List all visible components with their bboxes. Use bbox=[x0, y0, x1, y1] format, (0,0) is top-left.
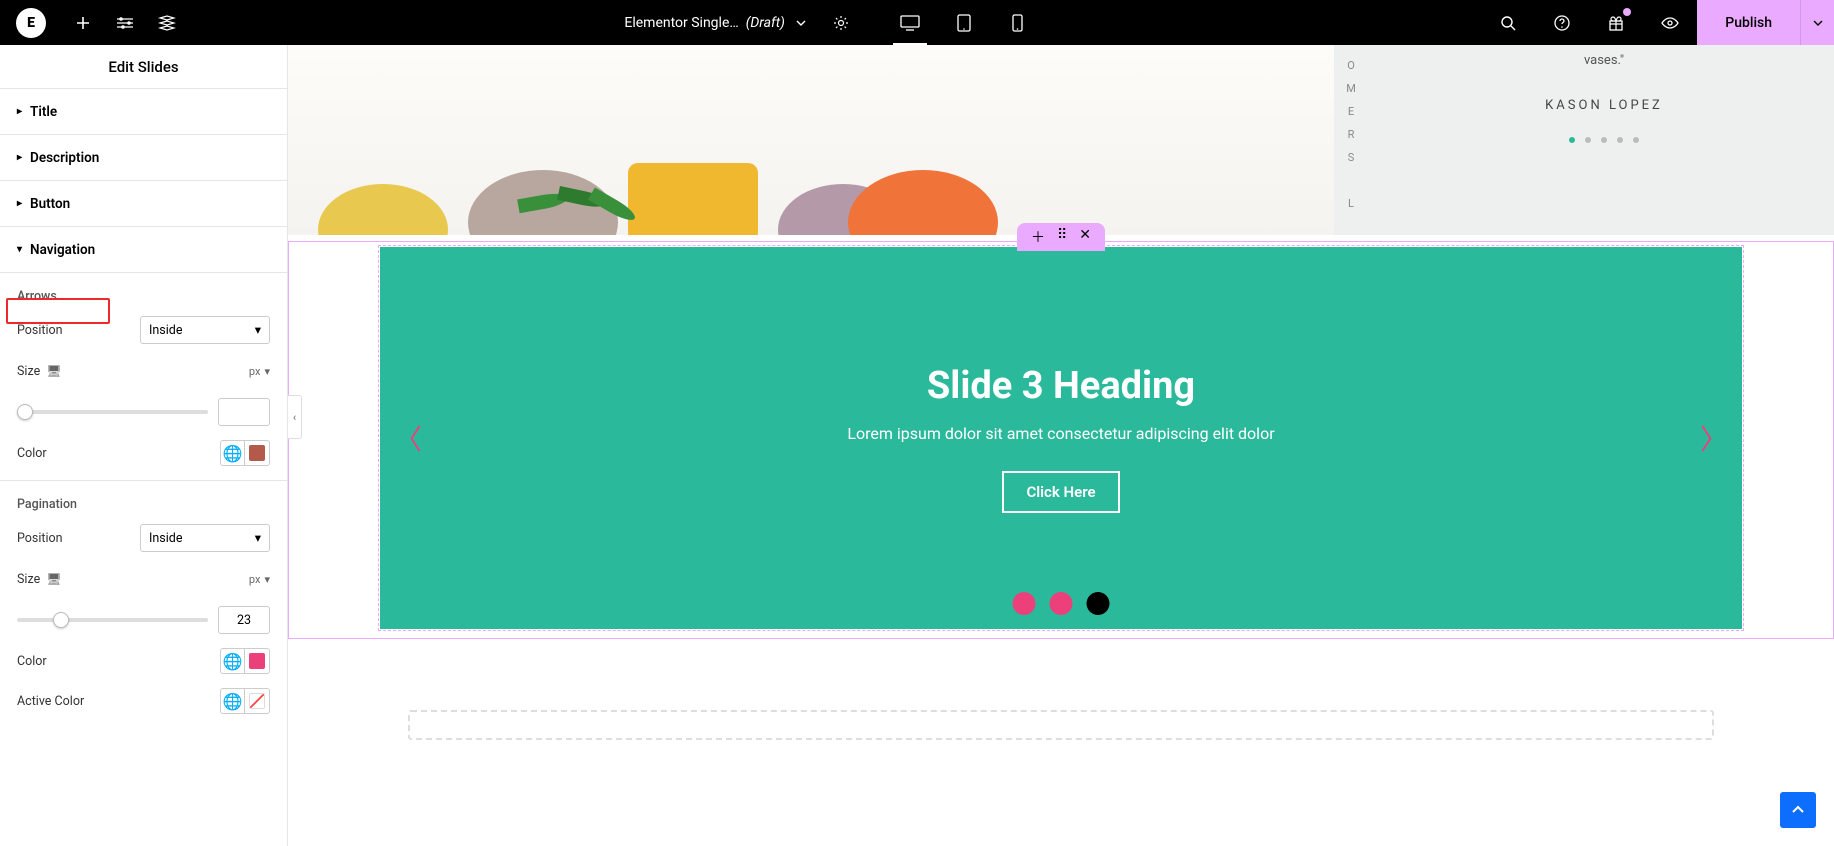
caret-right-icon: ▸ bbox=[17, 106, 22, 117]
dot-3[interactable] bbox=[1087, 592, 1110, 615]
pagination-color-label: Color bbox=[17, 654, 47, 669]
caret-right-icon: ▸ bbox=[17, 198, 22, 209]
device-mobile[interactable] bbox=[991, 0, 1045, 45]
drag-icon[interactable]: ⠿ bbox=[1057, 227, 1067, 247]
doc-status: (Draft) bbox=[746, 15, 785, 31]
pagination-active-color-label: Active Color bbox=[17, 694, 84, 709]
arrows-size-label: Size🖥 bbox=[17, 364, 61, 379]
canvas: ‹ O M E R S L vases. bbox=[288, 45, 1834, 846]
chevron-down-icon: ▾ bbox=[255, 322, 261, 338]
arrows-heading: Arrows bbox=[17, 289, 270, 304]
arrows-position-value: Inside bbox=[149, 323, 182, 338]
publish-button[interactable]: Publish bbox=[1697, 0, 1800, 45]
arrows-position-label: Position bbox=[17, 323, 63, 338]
arrows-size-slider[interactable] bbox=[17, 410, 208, 414]
logo-text: E bbox=[16, 8, 46, 38]
section-navigation[interactable]: ▾ Navigation bbox=[0, 227, 287, 273]
pagination-dots bbox=[1013, 592, 1110, 615]
pagination-size-slider[interactable] bbox=[17, 618, 208, 622]
pagination-heading: Pagination bbox=[17, 497, 270, 512]
pagination-position-select[interactable]: Inside ▾ bbox=[140, 524, 270, 552]
testimonial-widget: O M E R S L vases." KASON LOPEZ bbox=[1334, 45, 1834, 235]
sidebar: Edit Slides ▸Title ▸Description ▸Button … bbox=[0, 45, 288, 846]
slide: Slide 3 Heading Lorem ipsum dolor sit am… bbox=[380, 247, 1742, 629]
section-title[interactable]: ▸ Title bbox=[0, 89, 287, 135]
slide-cta-button[interactable]: Click Here bbox=[1002, 471, 1119, 513]
responsive-icon[interactable]: 🖥 bbox=[46, 572, 61, 586]
structure-icon[interactable] bbox=[146, 0, 188, 45]
gift-icon[interactable] bbox=[1589, 0, 1643, 45]
caret-right-icon: ▸ bbox=[17, 152, 22, 163]
document-title[interactable]: Elementor Single… (Draft) bbox=[624, 15, 785, 31]
next-arrow[interactable]: 〉 bbox=[1700, 418, 1728, 458]
search-icon[interactable] bbox=[1481, 0, 1535, 45]
prev-arrow[interactable]: 〈 bbox=[394, 418, 422, 458]
caret-down-icon: ▾ bbox=[17, 244, 22, 255]
device-desktop[interactable] bbox=[883, 0, 937, 45]
widget-toolbar: ＋ ⠿ ✕ bbox=[1017, 223, 1105, 251]
slides-widget[interactable]: Slide 3 Heading Lorem ipsum dolor sit am… bbox=[378, 245, 1744, 631]
publish-options[interactable] bbox=[1800, 0, 1834, 45]
testimonial-author: KASON LOPEZ bbox=[1394, 98, 1814, 113]
pagination-active-color-swatch[interactable] bbox=[245, 689, 269, 713]
add-icon[interactable]: ＋ bbox=[1031, 227, 1045, 247]
pagination-position-label: Position bbox=[17, 531, 63, 546]
pagination-position-value: Inside bbox=[149, 531, 182, 546]
settings-sliders-icon[interactable] bbox=[104, 0, 146, 45]
collapse-sidebar-button[interactable]: ‹ bbox=[288, 395, 302, 439]
section-navigation-label: Navigation bbox=[30, 242, 95, 258]
global-color-icon[interactable]: 🌐 bbox=[221, 441, 245, 465]
arrows-color-swatch[interactable] bbox=[245, 441, 269, 465]
vertical-text: O M E R S L bbox=[1334, 45, 1374, 210]
doc-title-text: Elementor Single… bbox=[624, 15, 738, 31]
section-description[interactable]: ▸ Description bbox=[0, 135, 287, 181]
dot-1[interactable] bbox=[1013, 592, 1036, 615]
add-element-button[interactable] bbox=[62, 0, 104, 45]
arrows-color-label: Color bbox=[17, 446, 47, 461]
topbar: E Elementor Single… (Draft) Publish bbox=[0, 0, 1834, 45]
close-icon[interactable]: ✕ bbox=[1079, 227, 1091, 247]
empty-section-placeholder[interactable] bbox=[408, 710, 1714, 740]
section-button[interactable]: ▸ Button bbox=[0, 181, 287, 227]
slide-heading: Slide 3 Heading bbox=[927, 364, 1195, 408]
arrows-position-select[interactable]: Inside ▾ bbox=[140, 316, 270, 344]
elementor-logo[interactable]: E bbox=[0, 0, 62, 45]
section-title-label: Title bbox=[30, 104, 57, 120]
pagination-size-input[interactable] bbox=[218, 606, 270, 634]
slide-text: Lorem ipsum dolor sit amet consectetur a… bbox=[847, 424, 1274, 443]
testimonial-dots[interactable] bbox=[1394, 137, 1814, 143]
arrows-size-input[interactable] bbox=[218, 398, 270, 426]
pagination-color-swatch[interactable] bbox=[245, 649, 269, 673]
help-icon[interactable] bbox=[1535, 0, 1589, 45]
publish-label: Publish bbox=[1725, 15, 1772, 31]
chevron-down-icon[interactable] bbox=[795, 17, 807, 29]
sidebar-header: Edit Slides bbox=[0, 45, 287, 89]
pagination-size-label: Size🖥 bbox=[17, 572, 61, 587]
chevron-down-icon: ▾ bbox=[255, 530, 261, 546]
responsive-icon[interactable]: 🖥 bbox=[46, 364, 61, 378]
gear-icon[interactable] bbox=[833, 15, 849, 31]
pagination-size-unit[interactable]: px ▾ bbox=[249, 573, 270, 586]
device-tablet[interactable] bbox=[937, 0, 991, 45]
preview-icon[interactable] bbox=[1643, 0, 1697, 45]
global-color-icon[interactable]: 🌐 bbox=[221, 689, 245, 713]
scroll-top-button[interactable] bbox=[1780, 792, 1816, 828]
global-color-icon[interactable]: 🌐 bbox=[221, 649, 245, 673]
dot-2[interactable] bbox=[1050, 592, 1073, 615]
section-button-label: Button bbox=[30, 196, 70, 212]
arrows-size-unit[interactable]: px ▾ bbox=[249, 365, 270, 378]
section-description-label: Description bbox=[30, 150, 99, 166]
testimonial-quote: vases." bbox=[1394, 53, 1814, 68]
